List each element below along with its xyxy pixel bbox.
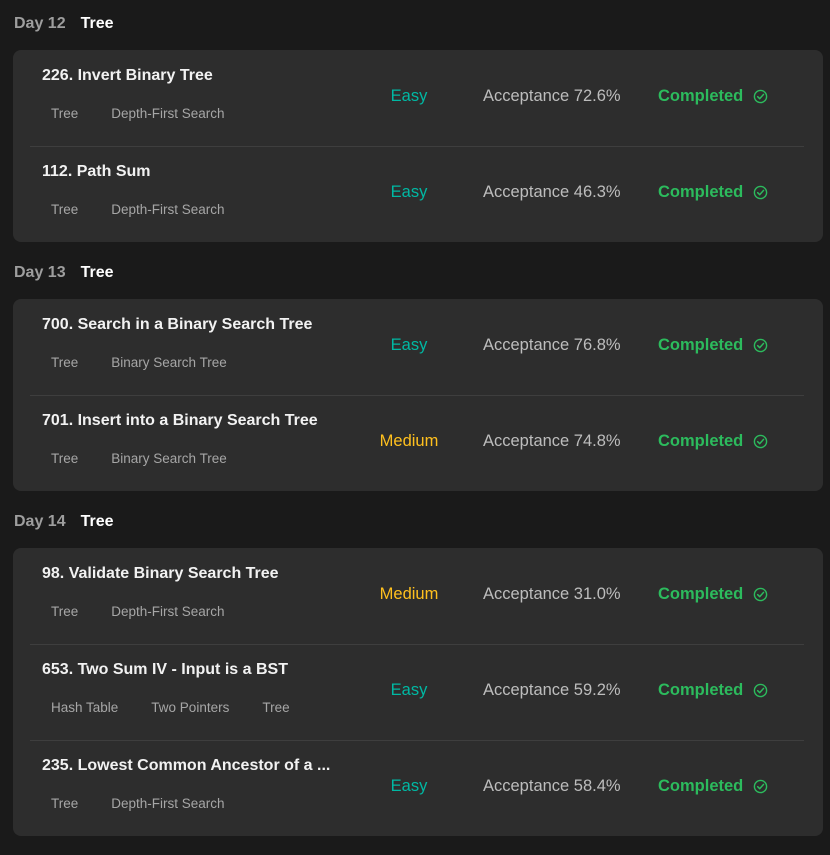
check-circle-icon — [753, 338, 768, 353]
difficulty-label: Easy — [390, 183, 428, 201]
topic-tag[interactable]: Tree — [42, 104, 87, 123]
problem-tags: Hash Table Two Pointers Tree — [42, 698, 314, 717]
status-label: Completed — [658, 87, 744, 105]
problem-tags: Tree Depth-First Search — [42, 794, 249, 813]
topic-tag[interactable]: Hash Table — [42, 698, 127, 717]
topic-tag[interactable]: Two Pointers — [142, 698, 238, 717]
acceptance-rate: Acceptance 31.0% — [483, 585, 621, 603]
topic-tag[interactable]: Tree — [42, 794, 87, 813]
problem-row[interactable]: 98. Validate Binary Search Tree Tree Dep… — [13, 548, 823, 644]
status-completed: Completed — [658, 777, 768, 796]
problem-row[interactable]: 112. Path Sum Tree Depth-First Search Ea… — [13, 146, 823, 242]
day-topic: Tree — [80, 15, 114, 32]
topic-tag[interactable]: Tree — [42, 200, 87, 219]
topic-tag[interactable]: Depth-First Search — [102, 602, 233, 621]
problem-title[interactable]: 98. Validate Binary Search Tree — [42, 565, 279, 583]
difficulty-label: Easy — [390, 336, 428, 354]
difficulty-label: Easy — [390, 777, 428, 795]
acceptance-rate: Acceptance 72.6% — [483, 87, 621, 105]
problem-tags: Tree Depth-First Search — [42, 104, 249, 123]
problem-tags: Tree Binary Search Tree — [42, 353, 251, 372]
topic-tag[interactable]: Tree — [42, 602, 87, 621]
day-topic: Tree — [80, 513, 114, 530]
status-label: Completed — [658, 432, 744, 450]
day-label: Day 14 — [14, 513, 66, 530]
problem-row[interactable]: 226. Invert Binary Tree Tree Depth-First… — [13, 50, 823, 146]
problem-row[interactable]: 235. Lowest Common Ancestor of a ... Tre… — [13, 740, 823, 836]
status-completed: Completed — [658, 681, 768, 700]
check-circle-icon — [753, 587, 768, 602]
day-header: Day 14 Tree — [14, 510, 114, 534]
check-circle-icon — [753, 185, 768, 200]
day-header: Day 13 Tree — [14, 261, 114, 285]
difficulty-label: Easy — [390, 87, 428, 105]
problem-tags: Tree Binary Search Tree — [42, 449, 251, 468]
check-circle-icon — [753, 89, 768, 104]
status-completed: Completed — [658, 87, 768, 106]
status-label: Completed — [658, 585, 744, 603]
problem-title[interactable]: 701. Insert into a Binary Search Tree — [42, 412, 318, 430]
difficulty-label: Medium — [379, 432, 439, 450]
status-completed: Completed — [658, 336, 768, 355]
day-header: Day 12 Tree — [14, 12, 114, 36]
status-completed: Completed — [658, 432, 768, 451]
check-circle-icon — [753, 779, 768, 794]
day-card: 98. Validate Binary Search Tree Tree Dep… — [13, 548, 823, 836]
status-label: Completed — [658, 336, 744, 354]
problem-title[interactable]: 226. Invert Binary Tree — [42, 67, 213, 85]
topic-tag[interactable]: Binary Search Tree — [102, 449, 236, 468]
day-label: Day 12 — [14, 15, 66, 32]
problem-title[interactable]: 653. Two Sum IV - Input is a BST — [42, 661, 288, 679]
topic-tag[interactable]: Binary Search Tree — [102, 353, 236, 372]
acceptance-rate: Acceptance 58.4% — [483, 777, 621, 795]
day-card: 226. Invert Binary Tree Tree Depth-First… — [13, 50, 823, 242]
problem-title[interactable]: 112. Path Sum — [42, 163, 151, 181]
check-circle-icon — [753, 434, 768, 449]
check-circle-icon — [753, 683, 768, 698]
difficulty-label: Medium — [379, 585, 439, 603]
topic-tag[interactable]: Depth-First Search — [102, 794, 233, 813]
topic-tag[interactable]: Tree — [253, 698, 298, 717]
day-card: 700. Search in a Binary Search Tree Tree… — [13, 299, 823, 491]
day-label: Day 13 — [14, 264, 66, 281]
topic-tag[interactable]: Depth-First Search — [102, 104, 233, 123]
topic-tag[interactable]: Tree — [42, 449, 87, 468]
problem-tags: Tree Depth-First Search — [42, 200, 249, 219]
acceptance-rate: Acceptance 74.8% — [483, 432, 621, 450]
acceptance-rate: Acceptance 59.2% — [483, 681, 621, 699]
acceptance-rate: Acceptance 46.3% — [483, 183, 621, 201]
problem-row[interactable]: 700. Search in a Binary Search Tree Tree… — [13, 299, 823, 395]
status-label: Completed — [658, 183, 744, 201]
problem-title[interactable]: 235. Lowest Common Ancestor of a ... — [42, 757, 330, 775]
status-label: Completed — [658, 777, 744, 795]
problem-row[interactable]: 701. Insert into a Binary Search Tree Tr… — [13, 395, 823, 491]
topic-tag[interactable]: Depth-First Search — [102, 200, 233, 219]
status-completed: Completed — [658, 183, 768, 202]
problem-title[interactable]: 700. Search in a Binary Search Tree — [42, 316, 312, 334]
problem-tags: Tree Depth-First Search — [42, 602, 249, 621]
difficulty-label: Easy — [390, 681, 428, 699]
day-topic: Tree — [80, 264, 114, 281]
status-completed: Completed — [658, 585, 768, 604]
acceptance-rate: Acceptance 76.8% — [483, 336, 621, 354]
problem-row[interactable]: 653. Two Sum IV - Input is a BST Hash Ta… — [13, 644, 823, 740]
topic-tag[interactable]: Tree — [42, 353, 87, 372]
status-label: Completed — [658, 681, 744, 699]
